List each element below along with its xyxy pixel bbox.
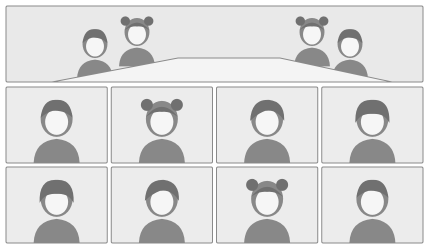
meeting-video-layout <box>0 0 429 247</box>
stage-view-panel[interactable] <box>5 5 424 83</box>
video-tile-3[interactable] <box>216 86 319 164</box>
video-tile-6[interactable] <box>110 166 213 244</box>
video-tile-4[interactable] <box>321 86 424 164</box>
video-tile-5[interactable] <box>5 166 108 244</box>
video-tile-8[interactable] <box>321 166 424 244</box>
meeting-scene <box>5 5 424 244</box>
video-tile-2[interactable] <box>110 86 213 164</box>
video-tile-7[interactable] <box>216 166 319 244</box>
gallery-grid <box>5 86 424 244</box>
video-tile-1[interactable] <box>5 86 108 164</box>
